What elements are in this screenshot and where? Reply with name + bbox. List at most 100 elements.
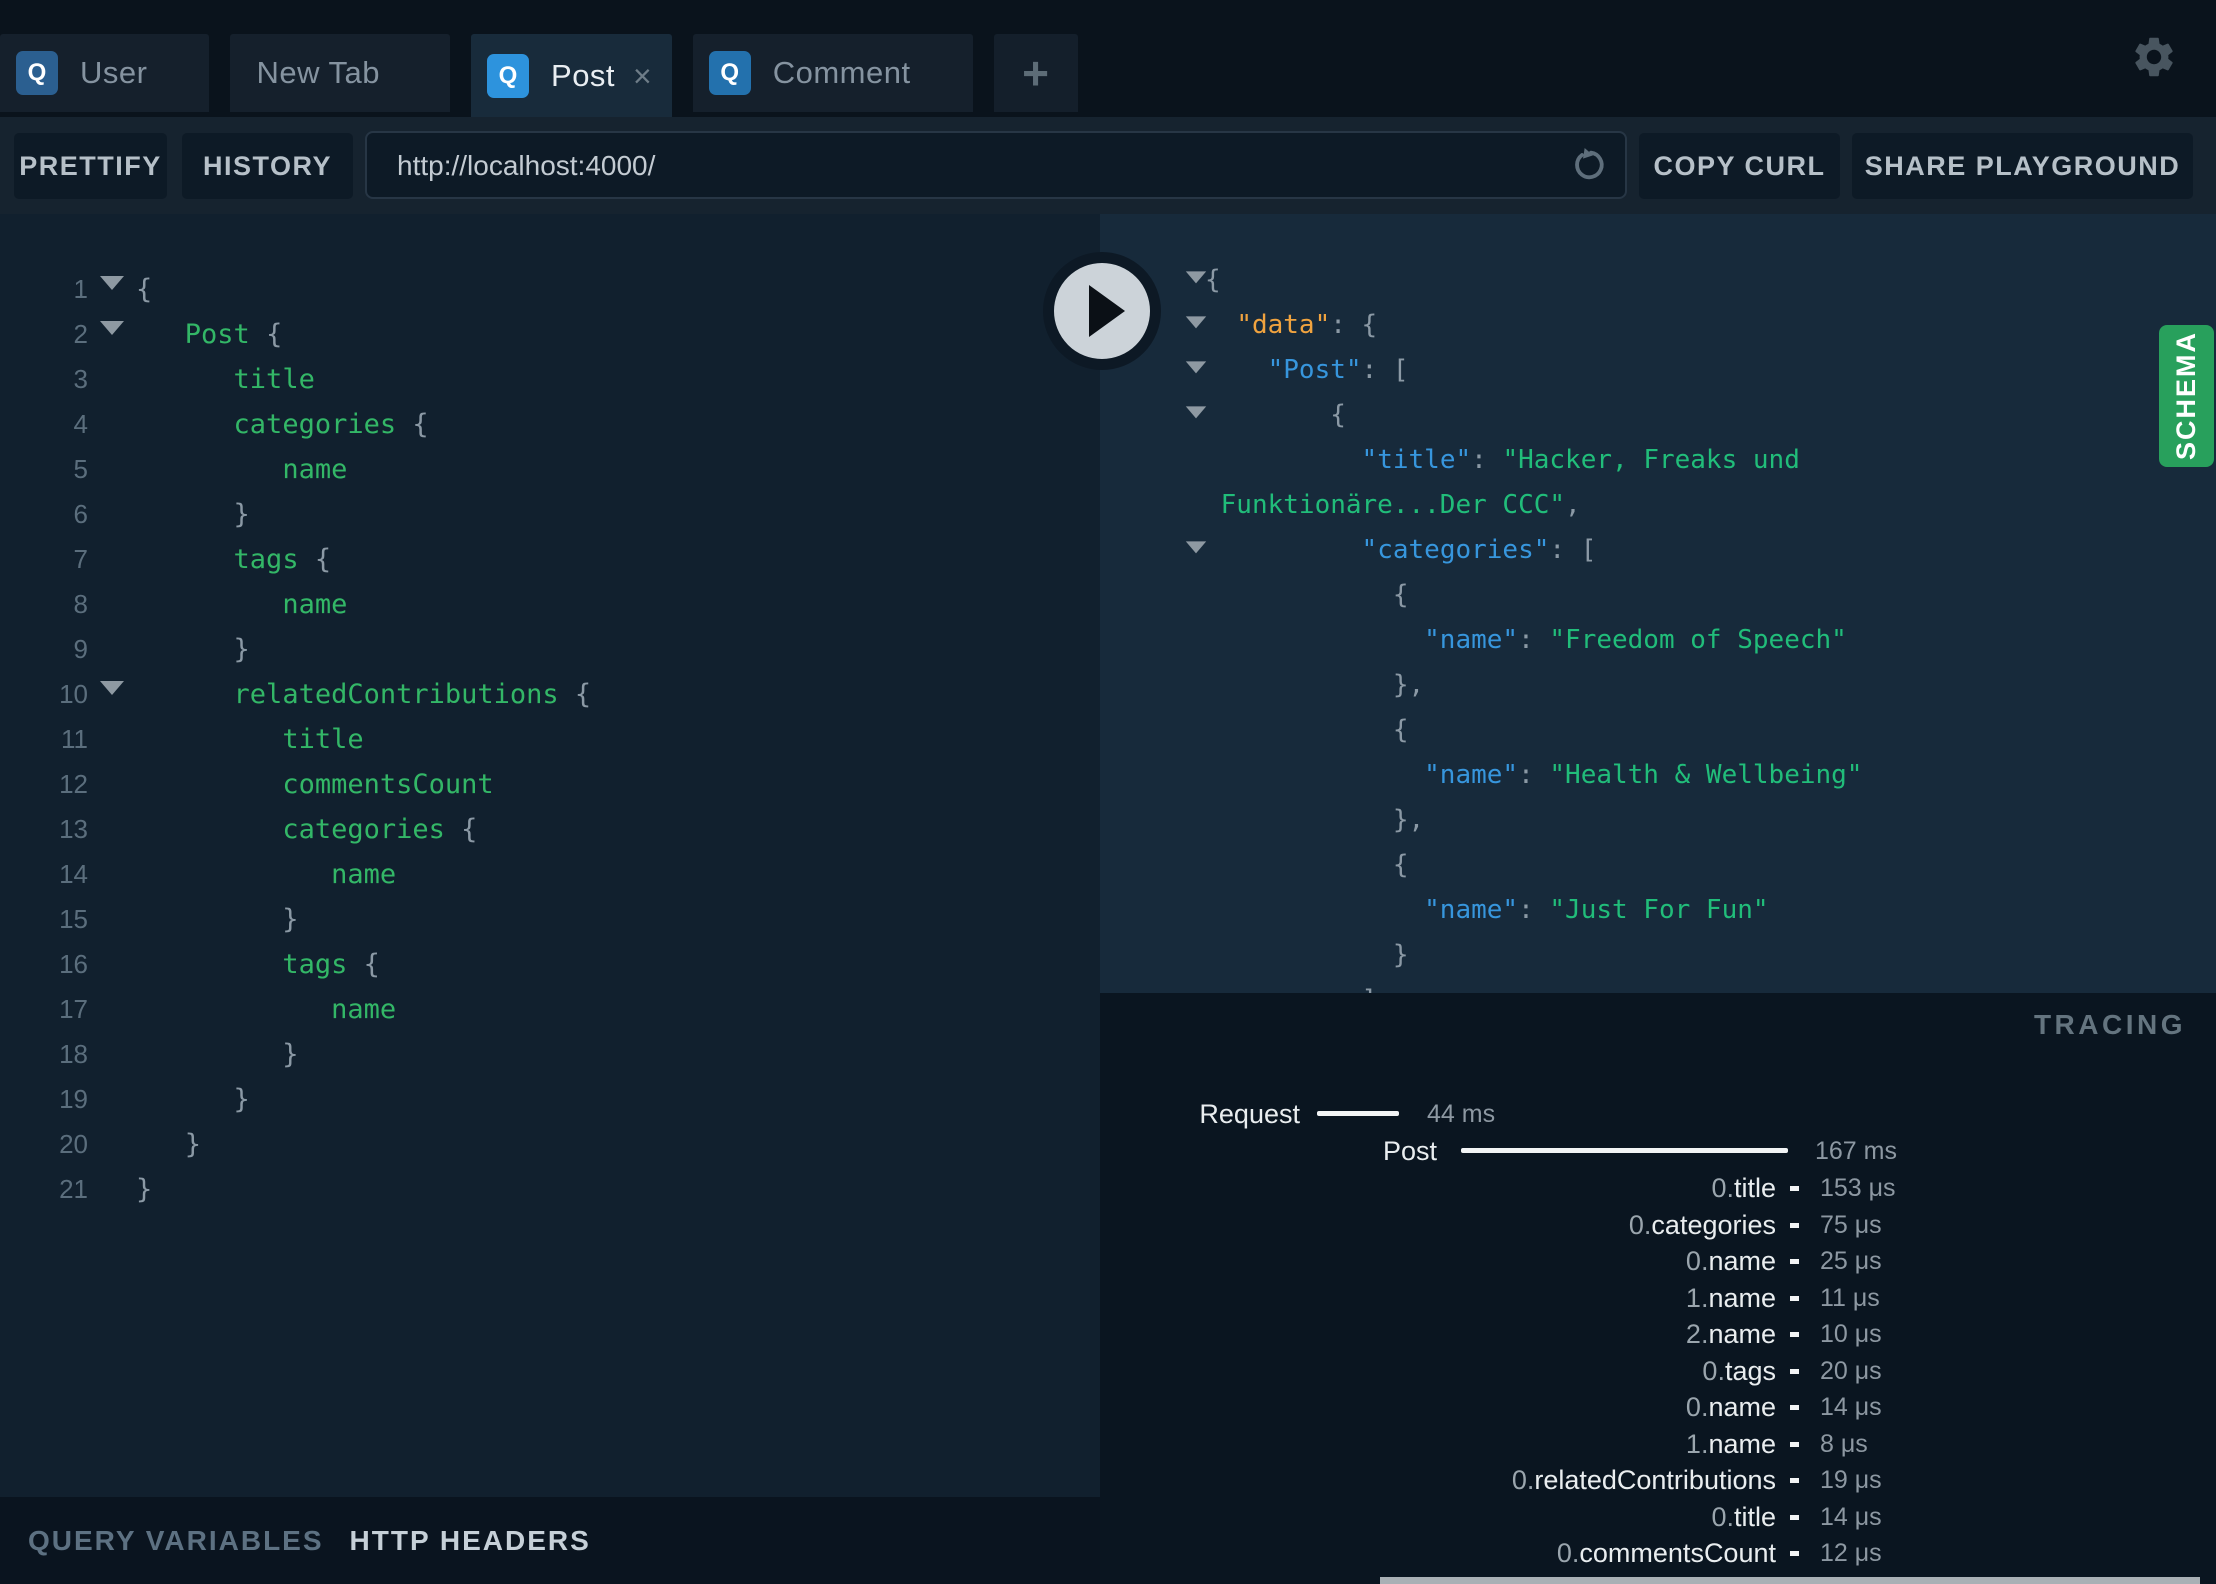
tracing-row-time: 167 ms	[1815, 1137, 1897, 1165]
query-line-code: categories {	[282, 814, 478, 845]
play-icon	[1089, 285, 1125, 337]
response-line: Funktionäre...Der CCC",	[1100, 483, 2216, 528]
tracing-duration-tick	[1790, 1515, 1799, 1520]
reload-endpoint-icon[interactable]	[1571, 145, 1611, 185]
tracing-row-label: 0.relatedContributions	[1511, 1465, 1776, 1495]
response-line-code: "name": "Just For Fun"	[1424, 895, 1769, 925]
response-line: "name": "Health & Wellbeing"	[1100, 753, 2216, 798]
new-tab-button[interactable]: +	[993, 34, 1078, 112]
response-line: "name": "Freedom of Speech"	[1100, 618, 2216, 663]
line-number: 6	[73, 499, 88, 529]
settings-gear-icon[interactable]	[2130, 33, 2178, 81]
tab-label: New Tab	[256, 55, 381, 90]
tracing-row-label: 2.name	[1685, 1319, 1776, 1349]
response-line: },	[1100, 663, 2216, 708]
query-line-code: tags {	[233, 544, 332, 575]
query-line-code: }	[136, 904, 299, 935]
line-number: 20	[59, 1129, 88, 1159]
endpoint-url-bar	[365, 131, 1627, 199]
tracing-row-time: 153 μs	[1820, 1174, 1896, 1202]
tracing-row-time: 12 μs	[1820, 1539, 1882, 1567]
line-number: 12	[59, 769, 88, 799]
response-line-code: {	[1205, 400, 1346, 430]
tracing-row-label: 0.categories	[1628, 1210, 1776, 1240]
tracing-row-label: 0.title	[1711, 1173, 1776, 1203]
tracing-panel[interactable]: TRACING Request 44 ms Post 167 ms 0.title 153…	[1100, 993, 2216, 1584]
response-line: "categories": [	[1100, 528, 2216, 579]
query-line: 6 }	[0, 492, 1100, 537]
query-line-code: {	[136, 274, 153, 305]
tracing-row-label: 0.title	[1711, 1502, 1776, 1532]
tracing-row: 0.title 14 μs	[1100, 1499, 2216, 1535]
tracing-row-time: 11 μs	[1820, 1284, 1880, 1312]
tracing-row: 1.name 8 μs	[1100, 1426, 2216, 1462]
query-line-code: title	[282, 724, 364, 755]
schema-side-tab[interactable]: SCHEMA	[2159, 325, 2214, 467]
tab-bar: Q User New Tab Q Post × Q Comment +	[0, 0, 2216, 117]
line-number: 2	[73, 319, 88, 349]
share-playground-button[interactable]: SHARE PLAYGROUND	[1852, 133, 2193, 199]
query-line-code: }	[136, 1174, 153, 1205]
http-headers-tab[interactable]: HTTP HEADERS	[350, 1525, 591, 1557]
tracing-row: Post 167 ms	[1100, 1133, 2216, 1169]
response-line: {	[1100, 393, 2216, 444]
tracing-row: 0.categories 75 μs	[1100, 1207, 2216, 1243]
tracing-row-label: 0.name	[1685, 1392, 1776, 1422]
response-line-code: "categories": [	[1361, 535, 1597, 565]
tracing-row-time: 20 μs	[1820, 1357, 1882, 1385]
response-line: {	[1100, 573, 2216, 618]
query-line: 4 categories {	[0, 402, 1100, 447]
tab-comment[interactable]: Q Comment	[692, 34, 973, 112]
query-line: 21}	[0, 1167, 1100, 1212]
tracing-row: 0.name 14 μs	[1100, 1389, 2216, 1425]
history-button[interactable]: HISTORY	[182, 133, 353, 199]
query-code: 1{2 Post {3 title 4 categories {5 name 6 }…	[0, 267, 1100, 1212]
line-number: 7	[73, 544, 88, 574]
query-line: 13 categories {	[0, 807, 1100, 852]
query-variables-tab[interactable]: QUERY VARIABLES	[28, 1525, 324, 1557]
query-line: 10 relatedContributions {	[0, 672, 1100, 726]
line-number: 17	[59, 994, 88, 1024]
prettify-button[interactable]: PRETTIFY	[14, 133, 167, 199]
query-line-code: }	[136, 499, 250, 530]
line-number: 21	[59, 1174, 88, 1204]
query-badge-icon: Q	[16, 51, 58, 95]
tab-list: Q User New Tab Q Post × Q Comment +	[0, 34, 1078, 117]
tab-post[interactable]: Q Post ×	[471, 34, 672, 117]
tracing-row-label: 0.commentsCount	[1556, 1538, 1776, 1568]
tracing-row-label: 1.name	[1685, 1429, 1776, 1459]
execute-button[interactable]	[1043, 252, 1161, 370]
tab-new-tab[interactable]: New Tab	[230, 34, 451, 112]
tracing-row: 0.commentsCount 12 μs	[1100, 1535, 2216, 1571]
tracing-row-label: 0.name	[1685, 1246, 1776, 1276]
response-line-code: "name": "Freedom of Speech"	[1424, 625, 1847, 655]
line-number: 11	[61, 724, 88, 754]
tracing-duration-tick	[1790, 1296, 1799, 1301]
response-line: ]	[1100, 978, 2216, 993]
query-line: 19 }	[0, 1077, 1100, 1122]
query-line: 15 }	[0, 897, 1100, 942]
tab-user[interactable]: Q User	[0, 34, 210, 112]
tracing-title: TRACING	[2033, 1009, 2186, 1040]
response-json: { "data": { "Post": [ { "title": "Hacker…	[1100, 258, 2216, 993]
query-line-code: name	[331, 994, 397, 1025]
query-line-code: categories {	[233, 409, 429, 440]
tracing-duration-bar	[1317, 1111, 1399, 1116]
tracing-duration-tick	[1790, 1478, 1799, 1483]
close-icon[interactable]: ×	[633, 60, 652, 92]
graphql-playground-window: Q User New Tab Q Post × Q Comment + PRETTIFY HIS…	[0, 0, 2216, 1584]
response-viewer: { "data": { "Post": [ { "title": "Hacker…	[1100, 214, 2216, 993]
query-editor[interactable]: 1{2 Post {3 title 4 categories {5 name 6 }…	[0, 214, 1100, 1497]
query-line-code: }	[136, 634, 250, 665]
tracing-duration-tick	[1790, 1223, 1799, 1228]
tracing-horizontal-scrollbar[interactable]	[1380, 1577, 2200, 1584]
copy-curl-button[interactable]: COPY CURL	[1639, 133, 1840, 199]
endpoint-url-input[interactable]	[395, 133, 1549, 199]
schema-side-tab-label: SCHEMA	[2171, 331, 2201, 461]
query-line-code: relatedContributions {	[233, 679, 592, 710]
response-line-code: {	[1205, 580, 1409, 610]
tracing-row-time: 10 μs	[1820, 1320, 1882, 1348]
tracing-row-time: 44 ms	[1427, 1100, 1496, 1128]
response-line: "title": "Hacker, Freaks und	[1100, 438, 2216, 483]
response-line: "Post": [	[1100, 348, 2216, 399]
